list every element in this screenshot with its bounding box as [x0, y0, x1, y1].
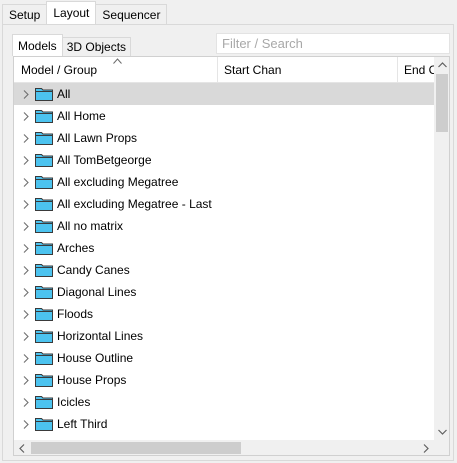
scroll-left-button[interactable]: [14, 440, 30, 455]
list-item-label: Horizontal Lines: [57, 329, 144, 343]
folder-icon: [35, 395, 53, 409]
list-item[interactable]: Left Third: [14, 413, 434, 435]
list-item[interactable]: All TomBetgeorge: [14, 149, 434, 171]
expand-chevron-icon[interactable]: [14, 215, 34, 237]
folder-icon: [35, 241, 53, 255]
list-item-label: Left Third: [57, 417, 108, 431]
vertical-scroll-thumb[interactable]: [436, 74, 448, 132]
folder-icon: [35, 109, 53, 123]
tab-layout[interactable]: Layout: [46, 1, 97, 24]
list-item[interactable]: House Props: [14, 369, 434, 391]
sort-ascending-icon: [113, 57, 122, 65]
tab-3d-objects[interactable]: 3D Objects: [61, 37, 132, 56]
list-item-label: Candy Canes: [57, 263, 130, 277]
expand-chevron-icon[interactable]: [14, 347, 34, 369]
expand-chevron-icon[interactable]: [14, 237, 34, 259]
expand-chevron-icon[interactable]: [14, 413, 34, 435]
vertical-scrollbar[interactable]: [434, 57, 449, 440]
list-item-label: All: [57, 87, 71, 101]
list-item-label: All Lawn Props: [57, 131, 138, 145]
list-item[interactable]: All no matrix: [14, 215, 434, 237]
expand-chevron-icon[interactable]: [14, 127, 34, 149]
expand-chevron-icon[interactable]: [14, 149, 34, 171]
folder-icon: [35, 87, 53, 101]
chevron-right-icon: [423, 443, 429, 453]
column-model-group[interactable]: Model / Group: [14, 57, 218, 83]
list-item-label: All excluding Megatree - Last: [57, 197, 212, 211]
expand-chevron-icon[interactable]: [14, 259, 34, 281]
list-item[interactable]: Arches: [14, 237, 434, 259]
expand-chevron-icon[interactable]: [14, 325, 34, 347]
horizontal-scrollbar[interactable]: [14, 440, 434, 455]
list-item-label: Arches: [57, 241, 95, 255]
scroll-up-button[interactable]: [434, 57, 449, 73]
expand-chevron-icon[interactable]: [14, 369, 34, 391]
expand-chevron-icon[interactable]: [14, 391, 34, 413]
list-item[interactable]: All Lawn Props: [14, 127, 434, 149]
list-item-label: All no matrix: [57, 219, 124, 233]
chevron-down-icon: [437, 429, 447, 435]
model-list: Model / Group Start Chan End C All All Ho…: [13, 56, 450, 456]
list-item-label: All excluding Megatree: [57, 175, 179, 189]
folder-icon: [35, 329, 53, 343]
column-start-chan[interactable]: Start Chan: [218, 57, 398, 83]
list-item-label: House Outline: [57, 351, 134, 365]
column-end-chan[interactable]: End C: [398, 57, 434, 83]
scroll-right-button[interactable]: [418, 440, 434, 455]
folder-icon: [35, 131, 53, 145]
folder-icon: [35, 373, 53, 387]
folder-icon: [35, 219, 53, 233]
chevron-up-icon: [437, 62, 447, 68]
list-item[interactable]: All: [14, 83, 434, 105]
search-input[interactable]: Filter / Search: [216, 33, 450, 54]
list-item[interactable]: Candy Canes: [14, 259, 434, 281]
expand-chevron-icon[interactable]: [14, 193, 34, 215]
list-item-label: Floods: [57, 307, 94, 321]
folder-icon: [35, 285, 53, 299]
folder-icon: [35, 417, 53, 431]
list-item[interactable]: House Outline: [14, 347, 434, 369]
scrollbar-corner: [434, 440, 449, 455]
list-item[interactable]: Icicles: [14, 391, 434, 413]
folder-icon: [35, 307, 53, 321]
list-item[interactable]: Diagonal Lines: [14, 281, 434, 303]
list-header: Model / Group Start Chan End C: [14, 57, 434, 83]
horizontal-scroll-thumb[interactable]: [31, 442, 241, 454]
tab-setup[interactable]: Setup: [2, 4, 48, 24]
folder-icon: [35, 153, 53, 167]
list-item[interactable]: All excluding Megatree: [14, 171, 434, 193]
column-label: Start Chan: [224, 63, 282, 77]
list-item-label: Diagonal Lines: [57, 285, 137, 299]
list-item-label: All TomBetgeorge: [57, 153, 152, 167]
expand-chevron-icon[interactable]: [14, 171, 34, 193]
chevron-left-icon: [19, 443, 25, 453]
folder-icon: [35, 263, 53, 277]
models-tab-bar: Models 3D Objects: [12, 34, 132, 56]
list-item-label: All Home: [57, 109, 106, 123]
folder-icon: [35, 351, 53, 365]
tab-sequencer[interactable]: Sequencer: [95, 4, 168, 24]
expand-chevron-icon[interactable]: [14, 303, 34, 325]
list-item[interactable]: All Home: [14, 105, 434, 127]
column-label: Model / Group: [21, 63, 98, 77]
expand-chevron-icon[interactable]: [14, 83, 34, 105]
list-item[interactable]: All excluding Megatree - Last: [14, 193, 434, 215]
tab-models[interactable]: Models: [12, 34, 63, 56]
expand-chevron-icon[interactable]: [14, 105, 34, 127]
list-item[interactable]: Horizontal Lines: [14, 325, 434, 347]
main-tab-bar: Setup Layout Sequencer: [2, 1, 168, 24]
list-item-label: Icicles: [57, 395, 91, 409]
layout-window: Setup Layout Sequencer Models 3D Objects…: [0, 0, 457, 463]
folder-icon: [35, 175, 53, 189]
folder-icon: [35, 197, 53, 211]
expand-chevron-icon[interactable]: [14, 281, 34, 303]
list-rows: All All Home All Lawn Props All TomBetgeorg…: [14, 83, 434, 440]
column-label: End C: [404, 63, 434, 77]
list-item[interactable]: Floods: [14, 303, 434, 325]
list-item-label: House Props: [57, 373, 127, 387]
scroll-down-button[interactable]: [434, 424, 449, 440]
